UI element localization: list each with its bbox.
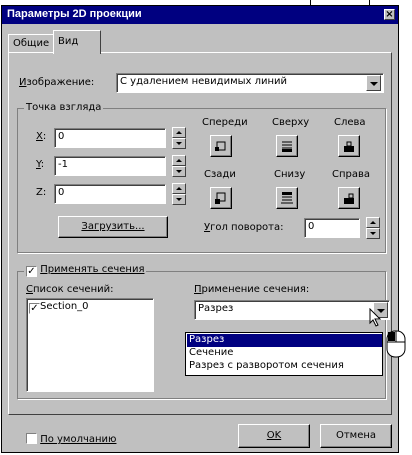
viewpoint-group: Точка взгляда X: 0 Y: -1 Z: 0 Загрузить.… [17, 102, 386, 253]
z-spinner[interactable] [172, 183, 186, 205]
image-mode-value: С удалением невидимых линий [120, 76, 288, 87]
view-left-label: Слева [334, 117, 366, 128]
left-view-icon [344, 141, 354, 152]
y-input[interactable]: -1 [54, 156, 166, 176]
sections-list[interactable]: ✓Section_0 [26, 298, 154, 392]
mouse-device-icon [386, 330, 406, 358]
view-front-button[interactable] [210, 135, 232, 157]
image-label-rest: зображение: [26, 77, 95, 88]
view-right-button[interactable] [338, 187, 360, 209]
load-button[interactable]: Загрузить... [58, 216, 168, 238]
apply-sections-toggle[interactable]: ✓ Применять сечения [24, 264, 147, 277]
y-value: -1 [58, 159, 68, 170]
view-back-button[interactable] [210, 187, 232, 209]
y-spinner[interactable] [172, 155, 186, 177]
cancel-button[interactable]: Отмена [320, 424, 392, 448]
rotation-label: Угол поворота: [204, 222, 284, 233]
view-left-button[interactable] [338, 135, 360, 157]
rotation-spinner[interactable] [366, 217, 380, 239]
view-top-label: Сверху [272, 117, 310, 128]
right-view-icon [344, 193, 354, 204]
image-mode-dropdown-arrow[interactable] [366, 75, 381, 91]
x-input[interactable]: 0 [54, 128, 166, 148]
x-value: 0 [58, 131, 65, 142]
x-label: X: [36, 131, 47, 142]
option-razrez[interactable]: Разрез [187, 334, 382, 347]
ok-button[interactable]: OK [238, 424, 310, 448]
rotation-input[interactable]: 0 [304, 218, 360, 238]
section-item-label: Section_0 [40, 301, 89, 312]
title-bar: Параметры 2D проекции × [2, 6, 398, 24]
cancel-button-label: Отмена [335, 430, 377, 441]
z-label: Z: [36, 187, 47, 198]
section-usage-options: Разрез Сечение Разрез с разворотом сечен… [185, 332, 383, 376]
rotation-value: 0 [308, 221, 315, 232]
default-checkbox[interactable] [26, 433, 37, 444]
z-input[interactable]: 0 [54, 184, 166, 204]
apply-sections-checkbox[interactable]: ✓ [26, 266, 37, 277]
y-label: Y: [36, 159, 45, 170]
tab-general-label: Общие [13, 38, 50, 49]
top-view-icon [282, 141, 292, 152]
window-title: Параметры 2D проекции [7, 8, 142, 20]
z-value: 0 [58, 187, 65, 198]
tab-view[interactable]: Вид [53, 30, 101, 54]
view-back-label: Сзади [204, 169, 236, 180]
tab-view-label: Вид [58, 36, 79, 47]
tab-general[interactable]: Общие [8, 34, 54, 54]
default-toggle[interactable]: По умолчанию [26, 433, 116, 445]
dialog-window: Параметры 2D проекции × Общие Вид Изобра… [1, 5, 406, 453]
view-front-label: Спереди [202, 117, 248, 128]
view-bottom-label: Снизу [274, 169, 306, 180]
load-button-label: Загрузить... [81, 221, 145, 232]
list-item[interactable]: ✓Section_0 [29, 301, 151, 314]
apply-sections-label: Применять сечения [40, 264, 145, 275]
image-mode-select[interactable]: С удалением невидимых линий [116, 73, 384, 93]
section-usage-select[interactable]: Разрез [194, 300, 390, 320]
default-label: По умолчанию [40, 434, 117, 445]
view-top-button[interactable] [276, 135, 298, 157]
bottom-view-icon [281, 192, 293, 204]
sections-list-label: Список сечений: [26, 284, 114, 295]
mouse-pointer-icon [369, 308, 382, 327]
section-usage-label: Применение сечения: [194, 284, 310, 295]
front-view-icon [215, 141, 226, 151]
option-razrez-razvorot[interactable]: Разрез с разворотом сечения [187, 360, 382, 373]
x-spinner[interactable] [172, 127, 186, 149]
section-item-checkbox[interactable]: ✓ [29, 303, 40, 314]
close-button[interactable]: × [384, 9, 395, 20]
ok-button-label: OK [266, 430, 282, 441]
image-label: Изображение: [19, 77, 95, 88]
view-bottom-button[interactable] [276, 187, 298, 209]
option-sechenie[interactable]: Сечение [187, 347, 382, 360]
section-usage-value: Разрез [198, 303, 234, 314]
view-right-label: Справа [332, 169, 371, 180]
back-view-icon [215, 192, 226, 204]
viewpoint-group-title: Точка взгляда [24, 102, 104, 113]
